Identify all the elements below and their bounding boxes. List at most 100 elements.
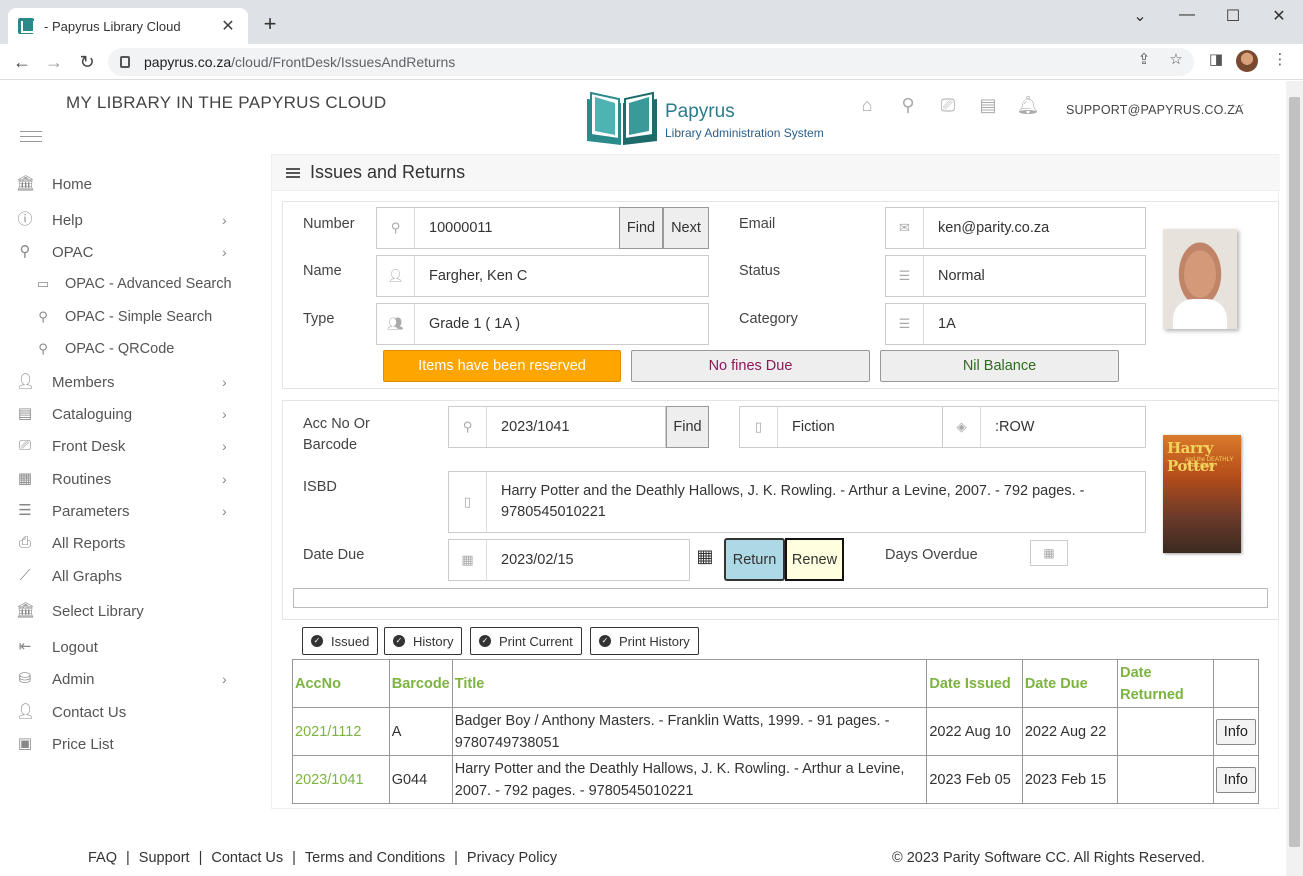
sidebar-item-cataloguing[interactable]: ▤ Cataloguing › bbox=[0, 401, 250, 427]
table-row: 2021/1112 A Badger Boy / Anthony Masters… bbox=[292, 707, 1260, 756]
member-type-field[interactable]: 👥︎ Grade 1 ( 1A ) bbox=[376, 303, 709, 345]
balance-status-badge[interactable]: Nil Balance bbox=[880, 350, 1119, 382]
column-header-title[interactable]: Title bbox=[451, 659, 928, 708]
item-find-button[interactable]: Find bbox=[666, 406, 709, 448]
lock-icon bbox=[120, 56, 130, 68]
catalogue-book-icon[interactable]: ▤ bbox=[976, 95, 1000, 119]
cell-actions: Info bbox=[1212, 755, 1260, 804]
footer-link-terms[interactable]: Terms and Conditions bbox=[305, 850, 445, 866]
graph-icon: ⟋ bbox=[19, 567, 31, 584]
minimize-icon[interactable]: — bbox=[1172, 6, 1202, 24]
sidebar-item-admin[interactable]: ⛁ Admin › bbox=[0, 666, 250, 692]
tab-issued[interactable]: ✓ Issued bbox=[302, 627, 379, 655]
member-find-button[interactable]: Find bbox=[619, 207, 663, 249]
page-scrollbar[interactable] bbox=[1286, 81, 1303, 876]
home-icon[interactable]: ⌂ bbox=[855, 95, 879, 119]
location-field[interactable]: ◈ :ROW bbox=[942, 406, 1146, 448]
reload-icon[interactable]: ↻ bbox=[75, 50, 99, 74]
sidebar-item-help[interactable]: ⓘ Help › bbox=[0, 207, 250, 233]
chevron-down-icon[interactable]: ⌄ bbox=[1125, 6, 1155, 26]
back-arrow-icon[interactable]: ← bbox=[10, 50, 34, 74]
days-overdue-field[interactable]: ▦ bbox=[1030, 540, 1068, 566]
member-category-field[interactable]: ☰ 1A bbox=[885, 303, 1146, 345]
calendar-icon: ▦ bbox=[449, 540, 487, 580]
browser-tab-bar: - Papyrus Library Cloud ✕ + ⌄ — ☐ ✕ bbox=[0, 0, 1303, 44]
tab-print-current[interactable]: ✓ Print Current bbox=[470, 627, 582, 655]
column-header-barcode[interactable]: Barcode bbox=[388, 659, 453, 708]
hamburger-menu-icon[interactable] bbox=[20, 131, 42, 145]
email-label: Email bbox=[739, 216, 776, 232]
name-label: Name bbox=[303, 263, 342, 279]
column-header-date-returned[interactable]: Date Returned bbox=[1117, 659, 1214, 708]
bell-icon[interactable]: 🔔︎ bbox=[1016, 95, 1040, 119]
sidebar-item-price-list[interactable]: ▣ Price List bbox=[0, 731, 250, 757]
sidebar-item-all-reports[interactable]: ⎙ All Reports bbox=[0, 530, 250, 556]
maximize-icon[interactable]: ☐ bbox=[1218, 6, 1248, 26]
share-icon[interactable]: ⇪ bbox=[1132, 50, 1156, 68]
fines-status-badge[interactable]: No fines Due bbox=[631, 350, 870, 382]
isbd-field[interactable]: ▯ Harry Potter and the Deathly Hallows, … bbox=[448, 471, 1146, 533]
info-button[interactable]: Info bbox=[1215, 766, 1256, 793]
acc-no-input[interactable]: ⚲ 2023/1041 bbox=[448, 406, 666, 448]
column-header-accno[interactable]: AccNo bbox=[292, 659, 390, 708]
sidebar-item-members[interactable]: 👤︎ Members › bbox=[0, 369, 250, 395]
sidebar-item-contact-us[interactable]: 👤︎ Contact Us bbox=[0, 699, 250, 725]
member-email-field[interactable]: ✉︎ ken@parity.co.za bbox=[885, 207, 1146, 249]
cell-accno[interactable]: 2021/1112 bbox=[292, 707, 390, 756]
sidebar-item-parameters[interactable]: ☰ Parameters › bbox=[0, 498, 250, 524]
footer-link-contact-us[interactable]: Contact Us bbox=[211, 850, 283, 866]
logout-icon: ⇤ bbox=[18, 638, 32, 655]
cell-accno[interactable]: 2023/1041 bbox=[292, 755, 390, 804]
member-number-input[interactable]: ⚲ 10000011 bbox=[376, 207, 620, 249]
sidebar-item-select-library[interactable]: 🏛︎ Select Library bbox=[0, 598, 250, 624]
profile-avatar[interactable] bbox=[1236, 50, 1258, 72]
sidebar-item-opac[interactable]: ⚲ OPAC › bbox=[0, 239, 250, 265]
footer-link-faq[interactable]: FAQ bbox=[88, 850, 117, 866]
cell-title: Harry Potter and the Deathly Hallows, J.… bbox=[451, 755, 928, 804]
user-icon: 👤︎ bbox=[16, 703, 36, 720]
scrollbar-thumb[interactable] bbox=[1289, 97, 1300, 847]
browser-tab[interactable]: - Papyrus Library Cloud ✕ bbox=[8, 8, 248, 44]
tab-history[interactable]: ✓ History bbox=[384, 627, 463, 655]
sidebar-item-home[interactable]: 🏛︎ Home bbox=[0, 171, 250, 197]
forward-arrow-icon[interactable]: → bbox=[42, 50, 66, 74]
sidebar-toggle-icon[interactable]: ◨ bbox=[1204, 50, 1228, 68]
renew-button[interactable]: Renew bbox=[785, 538, 844, 581]
sidebar-item-front-desk[interactable]: ⎚ Front Desk › bbox=[0, 433, 250, 459]
close-tab-icon[interactable]: ✕ bbox=[218, 16, 238, 36]
sidebar-item-all-graphs[interactable]: ⟋ All Graphs bbox=[0, 563, 250, 589]
user-email[interactable]: SUPPORT@PAPYRUS.CO.ZA bbox=[1066, 103, 1244, 117]
front-desk-icon[interactable]: ⎚ bbox=[936, 95, 960, 119]
sidebar-item-logout[interactable]: ⇤ Logout bbox=[0, 634, 250, 660]
info-button[interactable]: Info bbox=[1215, 718, 1256, 745]
footer-link-privacy[interactable]: Privacy Policy bbox=[467, 850, 557, 866]
column-header-date-issued[interactable]: Date Issued bbox=[926, 659, 1023, 708]
sidebar-item-opac-simple-search[interactable]: ⚲ OPAC - Simple Search bbox=[0, 304, 250, 330]
date-due-label: Date Due bbox=[303, 547, 365, 563]
member-status-field[interactable]: ☰ Normal bbox=[885, 255, 1146, 297]
date-due-input[interactable]: ▦ 2023/02/15 bbox=[448, 539, 690, 581]
calendar-picker-icon[interactable]: ▦ bbox=[694, 546, 716, 568]
return-button[interactable]: Return bbox=[724, 538, 785, 581]
sidebar-item-opac-advanced-search[interactable]: ▭ OPAC - Advanced Search bbox=[0, 271, 250, 297]
envelope-icon: ✉︎ bbox=[886, 208, 924, 248]
close-window-icon[interactable]: ✕ bbox=[1264, 6, 1294, 26]
tab-print-history[interactable]: ✓ Print History bbox=[590, 627, 699, 655]
genre-field[interactable]: ▯ Fiction bbox=[739, 406, 943, 448]
footer-link-support[interactable]: Support bbox=[139, 850, 190, 866]
items-reserved-badge[interactable]: Items have been reserved bbox=[383, 350, 621, 382]
member-name-field[interactable]: 👤︎ Fargher, Ken C bbox=[376, 255, 709, 297]
chevron-down-icon[interactable]: ﹀ bbox=[1232, 101, 1244, 118]
sidebar-item-routines[interactable]: ▦ Routines › bbox=[0, 466, 250, 492]
new-tab-icon[interactable]: + bbox=[258, 12, 282, 36]
calendar-icon: ▦ bbox=[17, 470, 33, 487]
member-next-button[interactable]: Next bbox=[663, 207, 709, 249]
column-header-date-due[interactable]: Date Due bbox=[1021, 659, 1119, 708]
sidebar-item-opac-qrcode[interactable]: ⚲ OPAC - QRCode bbox=[0, 336, 250, 362]
more-menu-icon[interactable]: ⋮ bbox=[1268, 50, 1292, 68]
url-input[interactable]: papyrus.co.za/cloud/FrontDesk/IssuesAndR… bbox=[108, 48, 1194, 76]
star-icon[interactable]: ☆ bbox=[1164, 50, 1188, 68]
url-path: /cloud/FrontDesk/IssuesAndReturns bbox=[231, 54, 456, 70]
monitor-icon: ▭ bbox=[36, 276, 50, 291]
search-icon[interactable]: ⚲ bbox=[896, 95, 920, 119]
